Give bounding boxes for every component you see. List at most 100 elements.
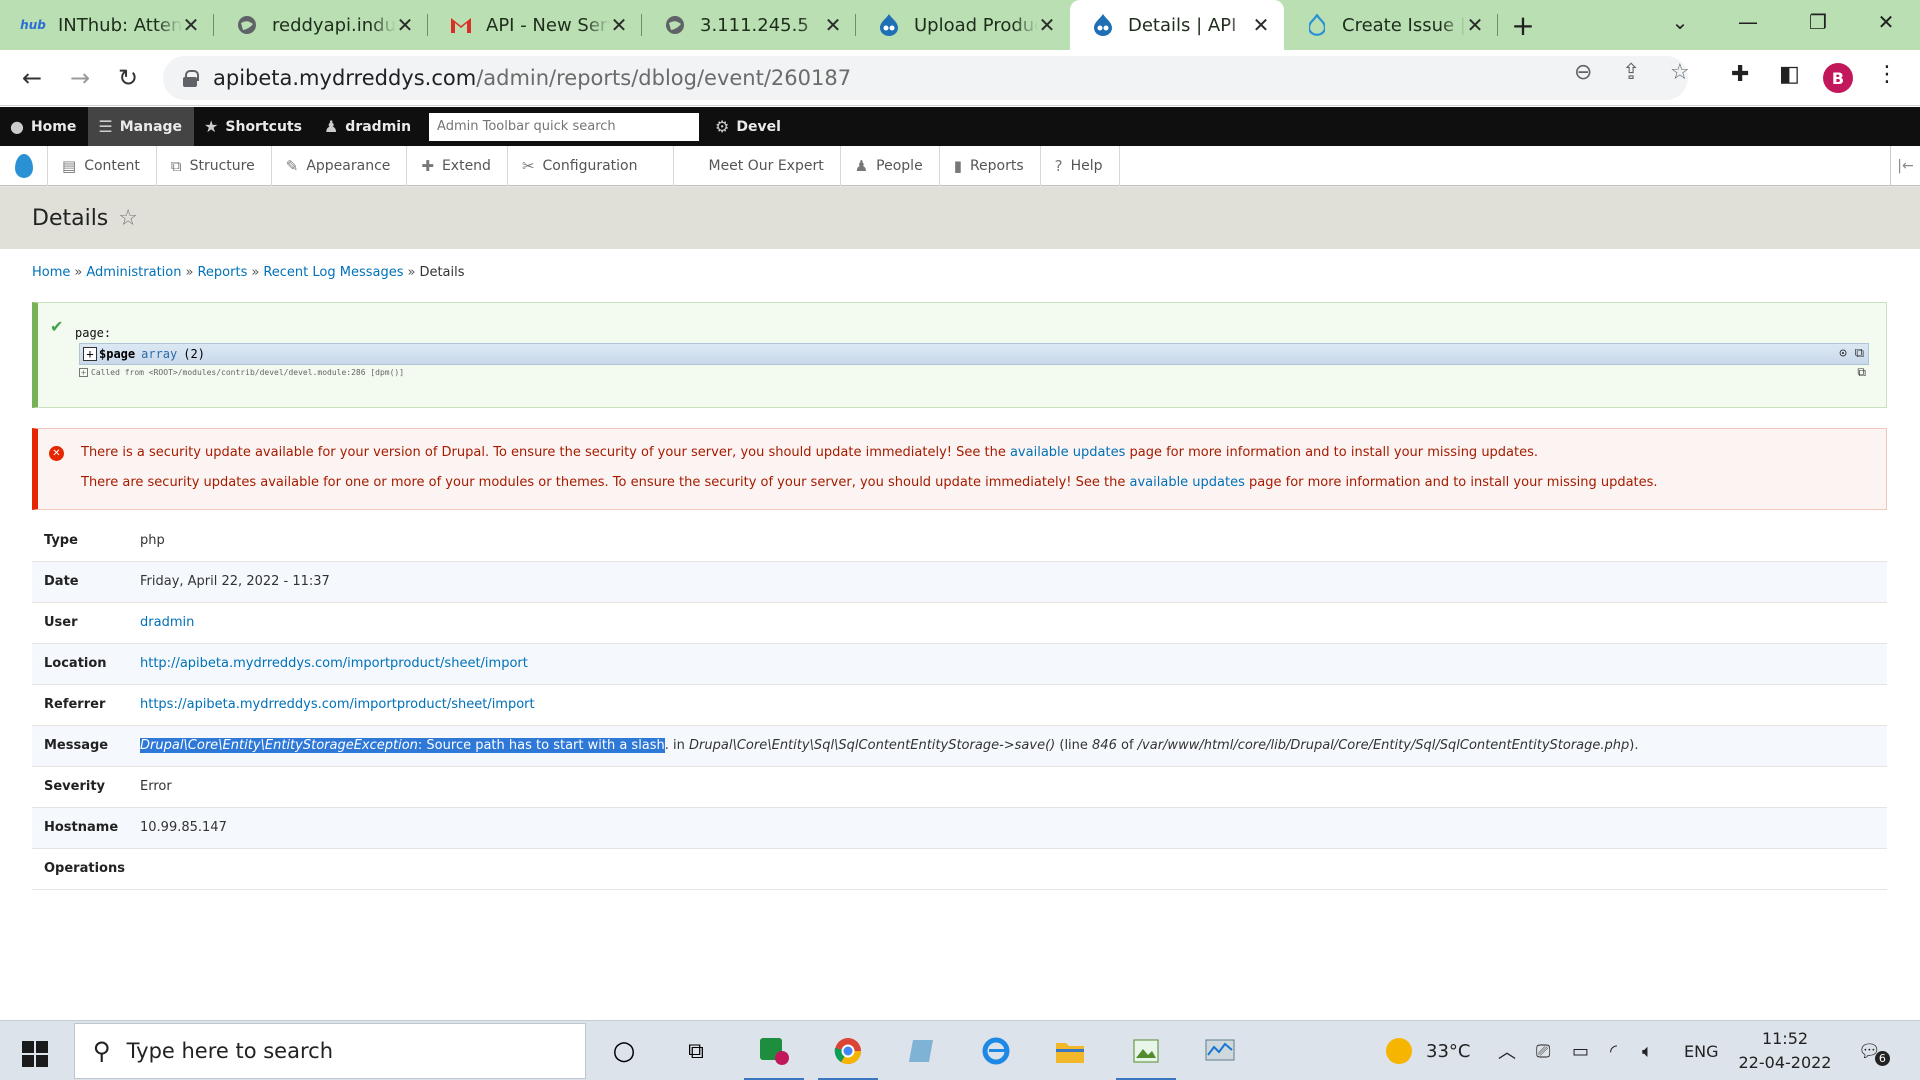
url-field[interactable]: apibeta.mydrreddys.com/admin/reports/dbl… (163, 56, 1688, 100)
minimize-button[interactable]: — (1718, 0, 1778, 44)
language-indicator[interactable]: ENG (1684, 1021, 1718, 1080)
chrome-icon[interactable] (818, 1035, 878, 1080)
image-editor-icon[interactable] (1116, 1035, 1176, 1080)
menu-appearance[interactable]: ✎ Appearance (272, 145, 408, 186)
menu-meet-our-expert[interactable]: Meet Our Expert (674, 145, 841, 186)
close-icon[interactable]: ✕ (1252, 13, 1270, 37)
share-icon[interactable]: ⇪ (1622, 60, 1640, 85)
close-window-button[interactable]: ✕ (1856, 0, 1916, 44)
browser-tab-active[interactable]: Details | API ✕ (1070, 0, 1284, 50)
menu-extend[interactable]: ✚ Extend (407, 145, 508, 186)
admin-quick-search-input[interactable] (429, 112, 700, 141)
zoom-out-icon[interactable]: ⊖ (1574, 60, 1592, 85)
close-icon[interactable]: ✕ (1466, 13, 1484, 37)
forward-arrow-icon[interactable]: → (62, 60, 98, 96)
reload-icon[interactable]: ↻ (110, 60, 146, 96)
weather-widget[interactable]: 33°C (1386, 1021, 1470, 1080)
row-label: Severity (44, 779, 106, 794)
side-panel-icon[interactable]: ◧ (1779, 62, 1800, 87)
drupal-logo-icon[interactable] (0, 145, 48, 186)
menu-configuration[interactable]: ✂ Configuration (508, 145, 675, 186)
internet-explorer-icon[interactable] (978, 1035, 1014, 1067)
referrer-link[interactable]: https://apibeta.mydrreddys.com/importpro… (140, 697, 535, 712)
table-row: User dradmin (32, 602, 1887, 643)
restore-button[interactable]: ❐ (1788, 0, 1848, 44)
menu-help[interactable]: ? Help (1041, 145, 1120, 186)
krumo-tools-icons[interactable]: ⊙ ⧉ (1839, 346, 1864, 361)
exception-text: : Source path has to start with a slash (417, 738, 665, 753)
windows-start-icon[interactable] (22, 1041, 48, 1067)
file-explorer-icon[interactable] (1052, 1035, 1088, 1067)
notepad-icon[interactable] (904, 1035, 940, 1067)
profile-avatar[interactable]: B (1823, 63, 1853, 93)
star-icon: ★ (204, 117, 219, 136)
close-icon[interactable]: ✕ (610, 13, 628, 37)
table-row: Severity Error (32, 766, 1887, 807)
toolbar-orientation-icon[interactable]: |← (1890, 146, 1920, 186)
tab-title: INThub: Attendance (58, 14, 182, 36)
shortcut-star-icon[interactable]: ☆ (118, 206, 138, 231)
close-icon[interactable]: ✕ (824, 13, 842, 37)
taskbar-search-input[interactable]: ⚲ Type here to search (74, 1023, 586, 1079)
breadcrumb-reports[interactable]: Reports (197, 265, 247, 280)
resource-monitor-icon[interactable] (1202, 1035, 1238, 1067)
menu-people[interactable]: ♟ People (841, 145, 940, 186)
available-updates-link[interactable]: available updates (1130, 475, 1245, 490)
browser-tab[interactable]: 3.111.245.5 ✕ (642, 0, 856, 50)
toolbar-user[interactable]: ♟ dradmin (314, 107, 423, 146)
toolbar-shortcuts[interactable]: ★ Shortcuts (194, 107, 314, 146)
task-view-icon[interactable]: ⧉ (678, 1035, 714, 1067)
globe-icon (664, 14, 686, 36)
expand-plus-icon[interactable]: + (79, 368, 88, 377)
browser-tab[interactable]: reddyapi.industries ✕ (214, 0, 428, 50)
wifi-icon[interactable]: ◜ (1610, 1021, 1617, 1080)
krumo-variable-row[interactable]: + $page array (2) ⊙ ⧉ (79, 343, 1869, 365)
function-name: Drupal\Core\Entity\Sql\SqlContentEntityS… (689, 738, 1056, 753)
breadcrumb-administration[interactable]: Administration (86, 265, 181, 280)
show-hidden-icons-chevron-icon[interactable]: ︿ (1498, 1021, 1516, 1080)
bookmark-star-icon[interactable]: ☆ (1670, 60, 1690, 85)
close-icon[interactable]: ✕ (396, 13, 414, 37)
called-from[interactable]: + Called from <ROOT>/modules/contrib/deve… (79, 368, 404, 377)
hamburger-icon: ☰ (98, 117, 113, 136)
close-icon[interactable]: ✕ (182, 13, 200, 37)
toolbar-manage[interactable]: ☰ Manage (88, 107, 195, 146)
brush-icon: ✎ (285, 156, 299, 175)
menu-reports[interactable]: ▮ Reports (940, 145, 1041, 186)
windows-taskbar: ⚲ Type here to search ○ ⧉ 33°C ︿ ⎚ ▭ ◜ 🔈… (0, 1020, 1920, 1080)
volume-icon[interactable]: 🔈︎ (1642, 1021, 1653, 1080)
location-link[interactable]: http://apibeta.mydrreddys.com/importprod… (140, 656, 528, 671)
menu-dots-icon[interactable]: ⋮ (1876, 62, 1898, 87)
back-arrow-icon[interactable]: ← (14, 60, 50, 96)
breadcrumb-recent-log-messages[interactable]: Recent Log Messages (263, 265, 403, 280)
breadcrumb-home[interactable]: Home (32, 265, 70, 280)
browser-tab-strip: hub INThub: Attendance ✕ reddyapi.indust… (0, 0, 1920, 50)
copy-icon[interactable]: ⧉ (1857, 365, 1866, 380)
browser-tab[interactable]: hub INThub: Attendance ✕ (0, 0, 214, 50)
new-tab-button[interactable]: + (1498, 0, 1548, 50)
user-link[interactable]: dradmin (140, 615, 194, 630)
cortana-circle-icon[interactable]: ○ (606, 1035, 642, 1067)
expand-plus-icon[interactable]: + (83, 347, 97, 361)
breadcrumb-current: Details (419, 265, 465, 280)
browser-tab[interactable]: Create Issue | Drupal ✕ (1284, 0, 1498, 50)
search-icon: ⚲ (93, 1037, 111, 1065)
table-row: Location http://apibeta.mydrreddys.com/i… (32, 643, 1887, 684)
browser-tab[interactable]: Upload Products ✕ (856, 0, 1070, 50)
available-updates-link[interactable]: available updates (1010, 445, 1125, 460)
close-icon[interactable]: ✕ (1038, 13, 1056, 37)
notification-center[interactable]: 💬︎ 6 (1858, 1021, 1890, 1080)
menu-content[interactable]: ▤ Content (48, 145, 157, 186)
meet-now-icon[interactable]: ⎚ (1536, 1021, 1550, 1080)
tab-title: reddyapi.industries (272, 14, 396, 36)
message-value[interactable]: Drupal\Core\Entity\EntityStorageExceptio… (140, 725, 1887, 766)
toolbar-home[interactable]: ● Home (0, 107, 88, 146)
extensions-puzzle-icon[interactable]: ✚ (1731, 62, 1749, 87)
app-icon[interactable] (744, 1035, 804, 1080)
menu-structure[interactable]: ⧉ Structure (157, 145, 272, 186)
toolbar-devel[interactable]: ⚙ Devel (705, 107, 793, 146)
browser-tab[interactable]: API - New Server ✕ (428, 0, 642, 50)
clock[interactable]: 11:52 22-04-2022 (1730, 1027, 1840, 1075)
battery-icon[interactable]: ▭ (1572, 1021, 1589, 1080)
tab-search-chevron-icon[interactable]: ⌄ (1650, 0, 1710, 44)
